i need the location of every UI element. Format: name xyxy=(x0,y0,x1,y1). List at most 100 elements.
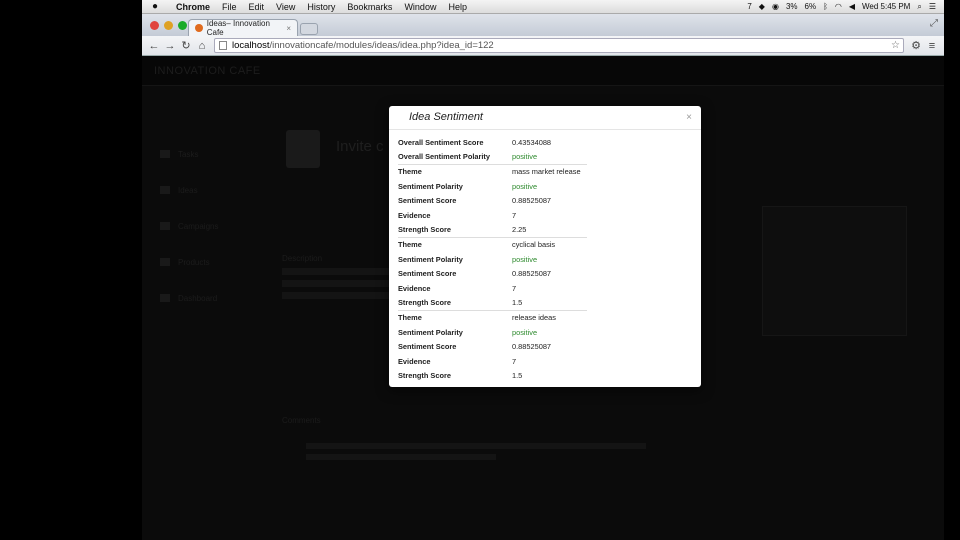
polarity-value: positive xyxy=(512,152,538,162)
menu-bookmarks[interactable]: Bookmarks xyxy=(347,2,392,12)
theme-row: Theme cyclical basis xyxy=(398,236,587,252)
close-window-button[interactable] xyxy=(150,21,159,30)
polarity-value: positive xyxy=(512,181,538,191)
row-key: Sentiment Polarity xyxy=(398,254,463,264)
table-row: Strength Score 2.25 xyxy=(398,223,587,238)
sidebar-item-dashboard[interactable]: Dashboard xyxy=(160,280,218,316)
dashboard-icon xyxy=(160,294,170,302)
browser-toolbar: ← → ↻ ⌂ localhost /innovationcafe/module… xyxy=(142,36,944,56)
sidebar-label: Products xyxy=(178,257,210,267)
row-value: 7 xyxy=(512,283,517,293)
sidebar-label: Tasks xyxy=(178,149,199,159)
url-path: /innovationcafe/modules/ideas/idea.php?i… xyxy=(269,40,494,51)
dropbox-icon[interactable]: ◆ xyxy=(759,2,765,11)
sidebar-item-ideas[interactable]: Ideas xyxy=(160,172,218,208)
sidebar-label: Dashboard xyxy=(178,293,218,303)
site-brand[interactable]: INNOVATION CAFE xyxy=(154,65,261,77)
address-bar[interactable]: localhost /innovationcafe/modules/ideas/… xyxy=(214,38,904,53)
chrome-menu-icon[interactable]: ≡ xyxy=(924,40,940,52)
modal-close-button[interactable]: × xyxy=(686,112,692,123)
url-domain: localhost xyxy=(232,40,270,51)
table-row: Sentiment Score 0.88525087 xyxy=(398,266,587,281)
comments-section: Comments xyxy=(282,416,662,460)
row-key: Theme xyxy=(398,163,512,179)
table-row: Sentiment Polarity positive xyxy=(398,252,587,267)
clock[interactable]: Wed 5:45 PM xyxy=(862,2,910,11)
row-value: mass market release xyxy=(512,163,587,179)
row-value: 0.88525087 xyxy=(512,269,552,279)
spotlight-search-icon[interactable]: ⌕ xyxy=(917,2,921,12)
row-value: 0.88525087 xyxy=(512,342,552,352)
menu-edit[interactable]: Edit xyxy=(249,2,265,12)
row-value: 7 xyxy=(512,210,517,220)
sidebar-item-products[interactable]: Products xyxy=(160,244,218,280)
ideas-icon xyxy=(160,186,170,194)
window-controls xyxy=(150,21,187,30)
menu-file[interactable]: File xyxy=(222,2,237,12)
menu-history[interactable]: History xyxy=(307,2,335,12)
notification-list-icon[interactable]: ☰ xyxy=(929,2,936,11)
apple-menu-icon[interactable]: ● xyxy=(152,1,166,12)
volume-icon[interactable]: ◀ xyxy=(849,2,855,11)
row-value: release ideas xyxy=(512,309,587,325)
row-key: Overall Sentiment Score xyxy=(398,137,484,147)
bluetooth-icon[interactable]: ᛒ xyxy=(823,2,828,11)
table-row: Sentiment Score 0.88525087 xyxy=(398,339,587,354)
row-key: Sentiment Score xyxy=(398,196,457,206)
zoom-window-button[interactable] xyxy=(178,21,187,30)
tab-close-icon[interactable]: × xyxy=(286,24,291,33)
theme-row: Theme mass market release xyxy=(398,163,587,179)
evernote-icon[interactable]: ◉ xyxy=(772,2,779,11)
row-key: Strength Score xyxy=(398,298,451,308)
row-key: Overall Sentiment Polarity xyxy=(398,152,491,162)
status-count[interactable]: 7 xyxy=(747,2,751,11)
sidebar-item-campaigns[interactable]: Campaigns xyxy=(160,208,218,244)
row-value: 0.88525087 xyxy=(512,196,552,206)
back-icon[interactable]: ← xyxy=(146,40,162,52)
minimize-window-button[interactable] xyxy=(164,21,173,30)
site-sidebar: Tasks Ideas Campaigns Products Dashboard xyxy=(160,136,218,316)
comments-heading: Comments xyxy=(282,416,321,425)
row-key: Evidence xyxy=(398,356,431,366)
menu-chrome[interactable]: Chrome xyxy=(176,2,210,12)
menu-status-area: 7 ◆ ◉ 3% 6% ᛒ ◠ ◀ Wed 5:45 PM ⌕ ☰ xyxy=(747,2,944,12)
modal-title: Idea Sentiment xyxy=(409,111,483,123)
row-value: 7 xyxy=(512,356,517,366)
menu-help[interactable]: Help xyxy=(448,2,467,12)
modal-header: Idea Sentiment × xyxy=(389,106,701,130)
idea-sentiment-modal: Idea Sentiment × Overall Sentiment Score… xyxy=(389,106,701,387)
row-key: Strength Score xyxy=(398,225,451,235)
menu-view[interactable]: View xyxy=(276,2,295,12)
browser-tab-active[interactable]: Ideas– Innovation Cafe × xyxy=(188,19,298,37)
reload-icon[interactable]: ↻ xyxy=(178,39,194,52)
tasks-icon xyxy=(160,150,170,158)
table-row: Evidence 7 xyxy=(398,281,587,296)
row-value: 0.43534088 xyxy=(512,137,552,147)
row-value: 1.5 xyxy=(512,371,523,381)
home-icon[interactable]: ⌂ xyxy=(194,40,210,52)
forward-icon[interactable]: → xyxy=(162,40,178,52)
bookmark-star-icon[interactable]: ☆ xyxy=(891,40,900,51)
campaigns-icon xyxy=(160,222,170,230)
idea-details-panel xyxy=(762,206,907,336)
sentiment-table: Overall Sentiment Score 0.43534088 Overall… xyxy=(398,135,587,383)
table-row: Strength Score 1.5 xyxy=(398,296,587,311)
menu-window[interactable]: Window xyxy=(404,2,436,12)
wifi-icon[interactable]: ◠ xyxy=(835,2,842,11)
products-icon xyxy=(160,258,170,266)
fullscreen-icon[interactable]: ⤢ xyxy=(930,18,938,29)
row-value: 2.25 xyxy=(512,225,527,235)
idea-author-avatar xyxy=(286,130,320,168)
sidebar-item-tasks[interactable]: Tasks xyxy=(160,136,218,172)
table-row: Sentiment Polarity positive xyxy=(398,179,587,194)
new-tab-button[interactable] xyxy=(300,23,318,35)
battery-a-percent[interactable]: 3% xyxy=(786,2,798,11)
battery-b-percent[interactable]: 6% xyxy=(805,2,817,11)
row-key: Evidence xyxy=(398,210,431,220)
extension-gear-icon[interactable]: ⚙ xyxy=(908,39,924,52)
table-row: Overall Sentiment Polarity positive xyxy=(398,150,587,165)
row-key: Sentiment Score xyxy=(398,342,457,352)
polarity-value: positive xyxy=(512,254,538,264)
tab-title: Ideas– Innovation Cafe xyxy=(206,19,270,37)
modal-body: Overall Sentiment Score 0.43534088 Overall… xyxy=(389,130,701,383)
